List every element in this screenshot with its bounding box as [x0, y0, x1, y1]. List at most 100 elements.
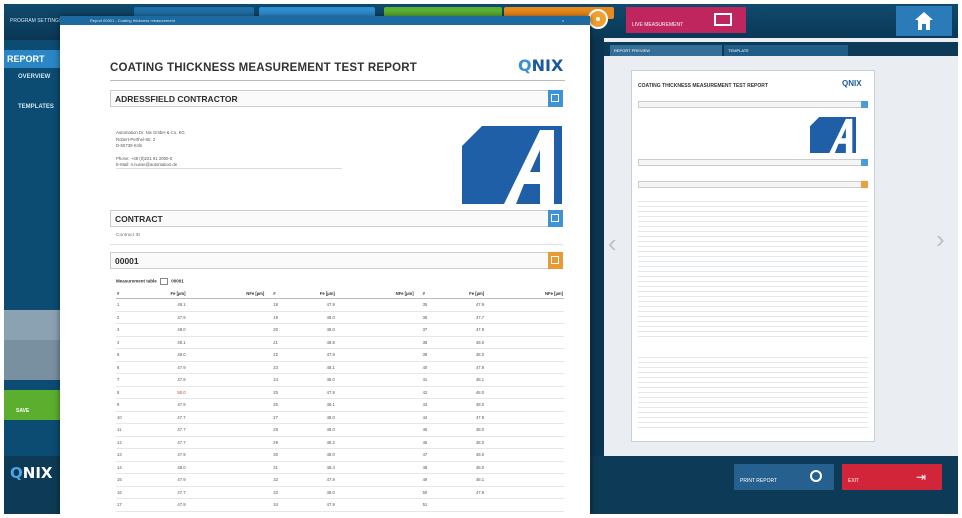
contract-section-bar[interactable]: CONTRACT [110, 210, 563, 227]
cell-number: 47 [414, 448, 465, 462]
target-icon[interactable] [588, 9, 608, 29]
cell-nfe [364, 398, 415, 412]
contract-number-edit-button[interactable] [548, 252, 563, 269]
cell-number: 51 [414, 498, 465, 512]
sidebar-gray-button-1[interactable] [4, 310, 64, 340]
cell-fe: 47.7 [464, 311, 515, 324]
cell-fe: 47.9 [165, 361, 216, 374]
address-section-bar[interactable]: ADRESSFIELD CONTRACTOR [110, 90, 563, 107]
cell-fe: 47.7 [165, 486, 216, 499]
tab-template[interactable]: TEMPLATE [724, 45, 848, 56]
cell-number: 27 [265, 411, 316, 424]
live-measurement-button[interactable]: LIVE MEASUREMENT [626, 7, 746, 33]
preview-page-thumbnail[interactable]: COATING THICKNESS MEASUREMENT TEST REPOR… [631, 70, 875, 442]
cell-number: 39 [414, 348, 465, 362]
col-header-number: # [265, 288, 316, 299]
cell-fe: 47.9 [315, 498, 365, 512]
cell-number: 30 [265, 448, 316, 462]
contract-divider [110, 244, 563, 245]
cell-fe: 48.8 [315, 336, 365, 349]
cell-nfe [215, 311, 266, 324]
cell-nfe [215, 423, 266, 437]
exit-button[interactable]: EXIT ⇥ [842, 464, 942, 490]
cell-nfe [514, 423, 564, 437]
col-header-nfe: NFe [µm] [364, 288, 415, 299]
cell-fe: 47.9 [315, 348, 365, 362]
cell-nfe [364, 298, 415, 312]
address-section-title: ADRESSFIELD CONTRACTOR [115, 94, 238, 104]
cell-number: 37 [414, 323, 465, 337]
cell-fe: 47.9 [165, 498, 216, 512]
col-header-fe: Fe [µm] [315, 288, 365, 299]
measurement-table-checkbox[interactable] [160, 278, 169, 285]
home-button[interactable] [896, 6, 952, 36]
sidebar-item-report[interactable]: REPORT [4, 50, 67, 68]
address-line: Automation Dr. Nix GmbH & Co. KG [116, 130, 185, 135]
cell-number: 29 [265, 436, 316, 449]
cell-number: 5 [116, 348, 166, 362]
cell-number: 19 [265, 311, 316, 324]
report-document-window[interactable]: Report 00001 - Coating thickness measure… [60, 16, 590, 514]
cell-number: 36 [414, 311, 465, 324]
print-report-button[interactable]: PRINT REPORT [734, 464, 834, 490]
title-divider [110, 80, 565, 81]
cell-fe: 47.9 [165, 473, 216, 487]
contract-edit-button[interactable] [548, 210, 563, 227]
cell-number: 40 [414, 361, 465, 374]
cell-nfe [364, 373, 415, 387]
close-icon[interactable]: x [562, 16, 564, 25]
program-settings-button[interactable]: PROGRAM SETTINGS [8, 14, 66, 28]
cell-nfe [514, 336, 564, 349]
table-row: 4 48.1 21 48.8 38 48.0 [116, 336, 564, 349]
cell-number: 46 [414, 436, 465, 449]
cell-fe: 47.9 [315, 386, 365, 399]
table-row: 3 48.0 20 48.0 37 47.9 [116, 323, 564, 337]
col-header-number: # [116, 288, 166, 299]
cell-number: 50 [414, 486, 465, 499]
sidebar-gray-button-2[interactable] [4, 340, 64, 380]
measurement-table: # Fe [µm] NFe [µm] # Fe [µm] NFe [µm] # … [116, 288, 564, 512]
cell-number: 14 [116, 461, 166, 474]
measurement-table-header-row: # Fe [µm] NFe [µm] # Fe [µm] NFe [µm] # … [116, 288, 564, 299]
cell-number: 21 [265, 336, 316, 349]
cell-number: 44 [414, 411, 465, 424]
cell-nfe [215, 373, 266, 387]
cell-number: 24 [265, 373, 316, 387]
cell-nfe [364, 323, 415, 337]
document-window-title: Report 00001 - Coating thickness measure… [90, 18, 175, 23]
cell-fe: 48.0 [464, 448, 515, 462]
cell-fe: 47.7 [165, 423, 216, 437]
preview-address-bar [638, 101, 868, 108]
cell-nfe [514, 323, 564, 337]
address-divider [116, 168, 342, 169]
cell-fe: 47.7 [165, 436, 216, 449]
tab-report-preview[interactable]: REPORT PREVIEW [610, 45, 722, 56]
table-row: 1 48.1 18 47.9 35 47.9 [116, 298, 564, 312]
save-button[interactable]: SAVE [4, 390, 64, 420]
next-page-arrow[interactable]: › [936, 224, 945, 255]
cell-nfe [215, 361, 266, 374]
print-report-label: PRINT REPORT [740, 478, 778, 484]
cell-nfe [514, 311, 564, 324]
cell-nfe [514, 473, 564, 487]
cell-number: 17 [116, 498, 166, 512]
monitor-icon [714, 13, 732, 26]
document-titlebar[interactable]: Report 00001 - Coating thickness measure… [60, 16, 590, 25]
cell-nfe [364, 436, 415, 449]
cell-nfe [364, 461, 415, 474]
measurement-table-label: Measurement table [116, 278, 157, 284]
address-edit-button[interactable] [548, 90, 563, 107]
cell-number: 41 [414, 373, 465, 387]
cell-fe: 48.0 [315, 411, 365, 424]
table-row: 15 47.9 32 47.9 49 48.1 [116, 473, 564, 487]
previous-page-arrow[interactable]: ‹ [608, 228, 617, 259]
contract-id-label: Contract ID [116, 233, 141, 238]
cell-number: 45 [414, 423, 465, 437]
cell-nfe [514, 461, 564, 474]
cell-nfe [364, 386, 415, 399]
table-row: 10 47.7 27 48.0 44 47.9 [116, 411, 564, 424]
cell-nfe [514, 448, 564, 462]
cell-nfe [364, 423, 415, 437]
cell-fe: 48.0 [315, 486, 365, 499]
contract-number-bar[interactable]: 00001 [110, 252, 563, 269]
